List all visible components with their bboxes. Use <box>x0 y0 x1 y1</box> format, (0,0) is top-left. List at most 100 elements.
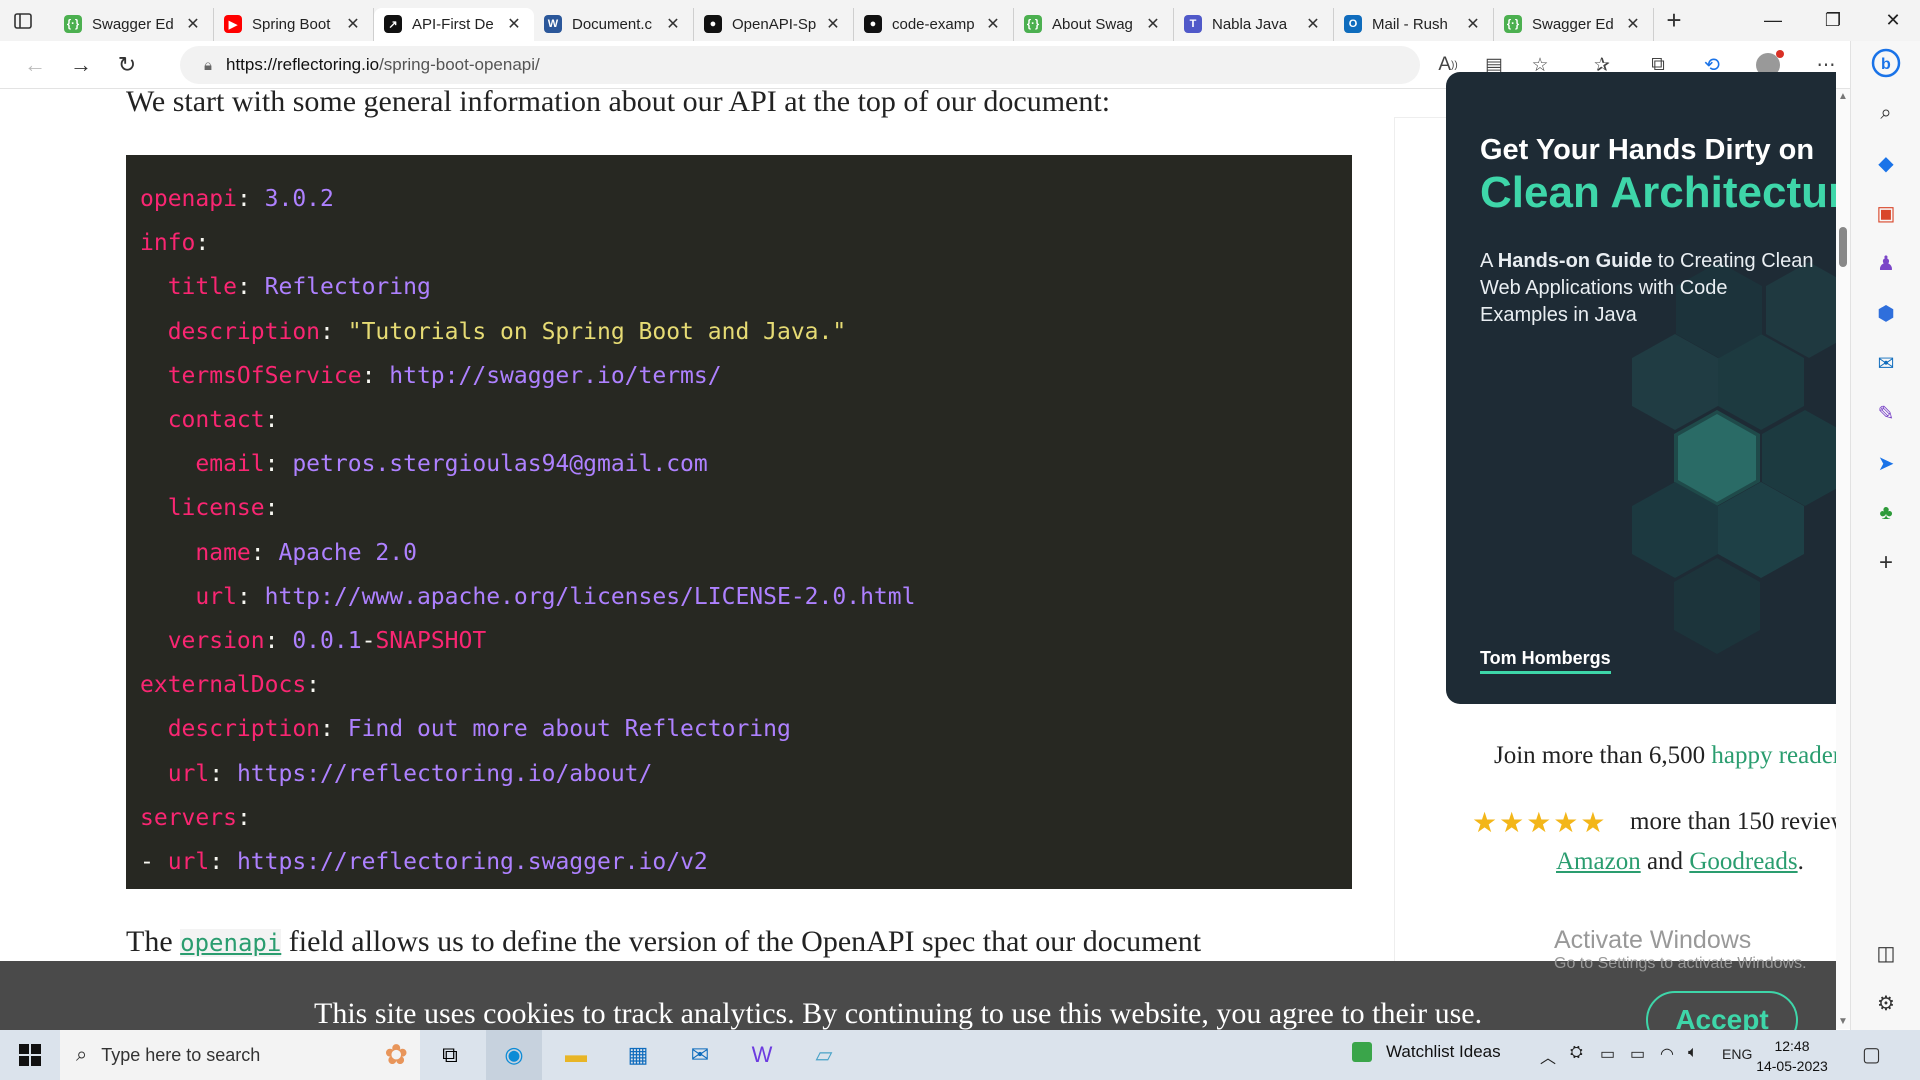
browser-tab[interactable]: O Mail - Rush ✕ <box>1334 7 1494 41</box>
app-w-icon[interactable]: W <box>734 1030 790 1080</box>
volume-icon[interactable]: 🔈︎ <box>1688 1044 1698 1062</box>
code-token: Apache 2.0 <box>278 539 417 566</box>
book-subtitle: A Hands-on Guide to Creating Clean Web A… <box>1480 248 1820 329</box>
taskbar-search[interactable]: ⌕ Type here to search ✿ <box>60 1030 420 1080</box>
close-tab-icon[interactable]: ✕ <box>983 14 1003 34</box>
browser-tab[interactable]: {·} Swagger Ed ✕ <box>1494 7 1654 41</box>
happy-readers-link[interactable]: happy readers <box>1711 742 1836 769</box>
hex-decor <box>1674 558 1760 654</box>
browser-tab[interactable]: {·} About Swag ✕ <box>1014 7 1174 41</box>
close-window-button[interactable]: ✕ <box>1860 0 1920 41</box>
code-token: license <box>140 495 265 522</box>
browser-tab[interactable]: T Nabla Java ✕ <box>1174 7 1334 41</box>
store-icon[interactable]: ▦ <box>610 1030 666 1080</box>
microsoft365-icon[interactable]: ⬢ <box>1868 295 1904 331</box>
new-tab-button[interactable]: + <box>1654 0 1694 41</box>
tab-title: Nabla Java <box>1212 15 1288 33</box>
page-scrollbar[interactable]: ▲ ▼ <box>1836 89 1850 1029</box>
sidebar-settings-icon[interactable]: ⚙ <box>1868 985 1904 1021</box>
back-button[interactable]: ← <box>12 45 58 85</box>
goodreads-link[interactable]: Goodreads <box>1689 848 1797 875</box>
close-tab-icon[interactable]: ✕ <box>663 14 683 34</box>
tab-actions-button[interactable] <box>0 0 46 41</box>
forward-button[interactable]: → <box>58 45 104 85</box>
code-token: Reflectoring <box>264 274 431 301</box>
tab-favicon-icon: ↗ <box>384 15 402 33</box>
bing-chat-icon[interactable]: b <box>1868 45 1904 81</box>
tools-icon[interactable]: ▣ <box>1868 195 1904 231</box>
scroll-up-arrow[interactable]: ▲ <box>1836 91 1850 102</box>
notepad-icon[interactable]: ▱ <box>796 1030 852 1080</box>
lock-icon: 🔒︎ <box>204 56 212 74</box>
tab-favicon-icon: {·} <box>1024 15 1042 33</box>
browser-tab[interactable]: ● code-examp ✕ <box>854 7 1014 41</box>
clock[interactable]: 12:48 14-05-2023 <box>1752 1036 1832 1076</box>
book-title-line2: Clean Architecture <box>1480 168 1836 217</box>
close-tab-icon[interactable]: ✕ <box>504 14 524 34</box>
browser-tab[interactable]: {·} Swagger Ed ✕ <box>54 7 214 41</box>
search-icon[interactable]: ⌕ <box>1868 95 1904 131</box>
refresh-button[interactable]: ↻ <box>104 45 150 85</box>
browser-tab[interactable]: ▶ Spring Boot ✕ <box>214 7 374 41</box>
close-tab-icon[interactable]: ✕ <box>1463 14 1483 34</box>
code-token: : <box>361 362 390 389</box>
file-explorer-icon[interactable]: ▬ <box>548 1030 604 1080</box>
browser-tab[interactable]: W Document.c ✕ <box>534 7 694 41</box>
code-token: : <box>195 230 210 257</box>
task-view-icon[interactable]: ⧉ <box>422 1030 478 1080</box>
code-token: contact <box>140 407 265 434</box>
accept-cookies-button[interactable]: Accept <box>1646 991 1798 1030</box>
start-button[interactable] <box>0 1030 60 1080</box>
tree-icon[interactable]: ♣ <box>1868 495 1904 531</box>
close-tab-icon[interactable]: ✕ <box>1303 14 1323 34</box>
maximize-button[interactable]: ❐ <box>1800 0 1866 41</box>
url-field[interactable]: 🔒︎ https://reflectoring.io/spring-boot-o… <box>180 46 1420 84</box>
tab-favicon-icon: ▶ <box>224 15 242 33</box>
minimize-button[interactable]: — <box>1740 0 1806 41</box>
close-tab-icon[interactable]: ✕ <box>343 14 363 34</box>
cookie-message: This site uses cookies to track analytic… <box>314 997 1483 1030</box>
and-text: and <box>1640 848 1690 875</box>
book-ad[interactable]: Get Your Hands Dirty on Clean Architectu… <box>1446 72 1836 704</box>
scrollbar-thumb[interactable] <box>1839 227 1847 267</box>
code-token: : <box>236 583 265 610</box>
amazon-link[interactable]: Amazon <box>1556 848 1641 875</box>
watchlist-widget[interactable]: Watchlist Ideas <box>1352 1042 1501 1062</box>
book-title-line1: Get Your Hands Dirty on <box>1480 134 1815 166</box>
para-text-after: field allows us to define the version of… <box>281 925 1202 958</box>
close-tab-icon[interactable]: ✕ <box>823 14 843 34</box>
shopping-icon[interactable]: ◆ <box>1868 145 1904 181</box>
edge-taskbar-icon[interactable]: ◉ <box>486 1030 542 1080</box>
code-token: termsOfService <box>140 362 362 389</box>
tray-display-icon[interactable]: ▭ <box>1600 1044 1615 1064</box>
tab-favicon-icon: ● <box>864 15 882 33</box>
browser-tab[interactable]: ↗ API-First De ✕ <box>374 7 534 41</box>
scroll-down-arrow[interactable]: ▼ <box>1836 1016 1850 1027</box>
wifi-icon[interactable]: ◠ <box>1660 1044 1674 1064</box>
openapi-link[interactable]: openapi <box>180 929 282 957</box>
hide-sidebar-icon[interactable]: ◫ <box>1868 935 1904 971</box>
code-token: openapi <box>140 186 237 212</box>
outlook-icon[interactable]: ✉ <box>1868 345 1904 381</box>
close-tab-icon[interactable]: ✕ <box>1143 14 1163 34</box>
browser-tab[interactable]: ● OpenAPI-Sp ✕ <box>694 7 854 41</box>
book-author: Tom Hombergs <box>1480 648 1611 674</box>
code-line: description: "Tutorials on Spring Boot a… <box>140 310 1352 354</box>
add-sidebar-app-icon[interactable]: + <box>1868 545 1904 581</box>
tab-favicon-icon: T <box>1184 15 1202 33</box>
notifications-icon[interactable]: ▢ <box>1862 1042 1881 1067</box>
send-icon[interactable]: ➤ <box>1868 445 1904 481</box>
code-token: name <box>140 539 251 566</box>
games-icon[interactable]: ♟ <box>1868 245 1904 281</box>
taskbar: ⌕ Type here to search ✿ ⧉ ◉ ▬ ▦ ✉ W ▱ Wa… <box>0 1030 1920 1080</box>
close-tab-icon[interactable]: ✕ <box>183 14 203 34</box>
drop-icon[interactable]: ✎ <box>1868 395 1904 431</box>
close-tab-icon[interactable]: ✕ <box>1623 14 1643 34</box>
show-hidden-icons-icon[interactable]: ︿ <box>1540 1044 1556 1068</box>
mail-icon[interactable]: ✉ <box>672 1030 728 1080</box>
tray-app-icon[interactable]: ⛭ <box>1570 1044 1583 1062</box>
code-line: version: 0.0.1-SNAPSHOT <box>140 619 1352 663</box>
language-indicator[interactable]: ENG <box>1722 1046 1752 1062</box>
battery-icon[interactable]: ▭ <box>1630 1044 1645 1064</box>
code-token: email <box>140 451 265 478</box>
